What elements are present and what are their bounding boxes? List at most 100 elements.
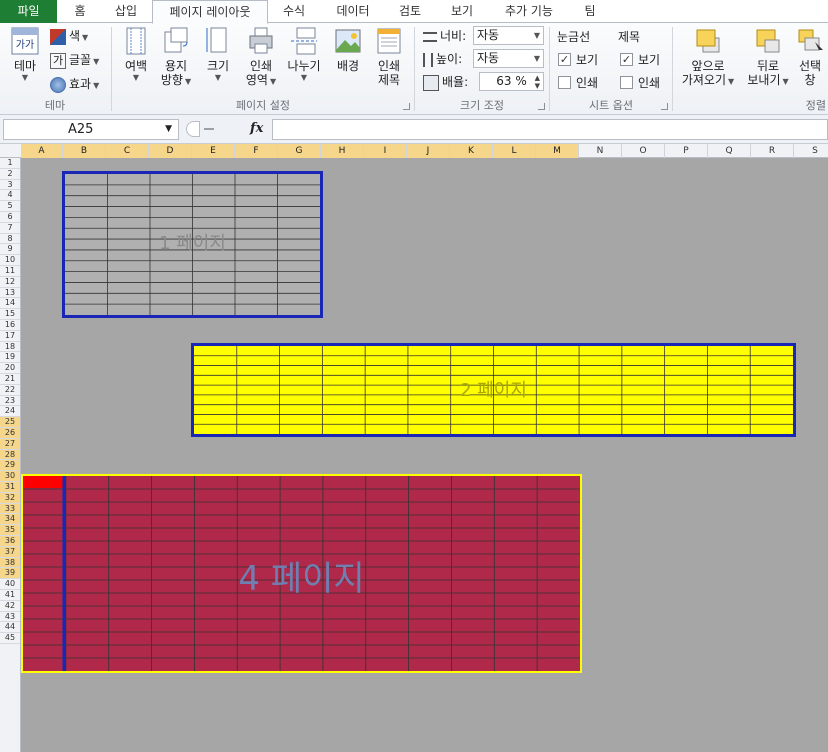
page-area-3[interactable]: 4 페이지 [21, 474, 582, 673]
spin-down-icon[interactable]: ▼ [535, 82, 540, 90]
row-header-45[interactable]: 45 [0, 633, 20, 644]
column-header-e[interactable]: E [192, 144, 235, 158]
column-header-n[interactable]: N [579, 144, 622, 158]
print-titles-button[interactable]: 인쇄 제목 [370, 26, 408, 87]
background-button[interactable]: 배경 [330, 26, 366, 73]
worksheet[interactable]: ABCDEFGHIJKLMNOPQRS 1 2 3 4 5 6 7 8 9 10 11 12 13 14 1… [0, 144, 828, 752]
column-header-h[interactable]: H [321, 144, 364, 158]
column-header-p[interactable]: P [665, 144, 708, 158]
tab-team[interactable]: 팀 [572, 0, 608, 23]
column-header-b[interactable]: B [63, 144, 106, 158]
headings-print-checkbox[interactable]: 인쇄 [620, 74, 660, 92]
row-header-41[interactable]: 41 [0, 590, 20, 601]
column-header-r[interactable]: R [751, 144, 794, 158]
row-header-19[interactable]: 19 [0, 352, 20, 364]
row-header-20[interactable]: 20 [0, 363, 20, 374]
page-area-2[interactable]: 2 페이지 [191, 343, 796, 437]
column-header-i[interactable]: I [364, 144, 407, 158]
row-header-25[interactable]: 25 [0, 417, 20, 428]
row-header-40[interactable]: 40 [0, 579, 20, 590]
formula-input[interactable] [272, 119, 828, 140]
row-header-13[interactable]: 13 [0, 288, 20, 299]
row-header-27[interactable]: 27 [0, 438, 20, 450]
row-header-37[interactable]: 37 [0, 546, 20, 558]
row-header-21[interactable]: 21 [0, 374, 20, 385]
row-header-32[interactable]: 32 [0, 492, 20, 504]
row-header-12[interactable]: 12 [0, 277, 20, 288]
page-setup-launcher-icon[interactable] [403, 103, 410, 110]
headings-view-checkbox[interactable]: ✓ 보기 [620, 51, 660, 69]
tab-add-ins[interactable]: 추가 기능 [490, 0, 568, 23]
themes-button[interactable]: 가가 테마 ▼ [6, 26, 44, 83]
column-header-j[interactable]: J [407, 144, 450, 158]
row-header-42[interactable]: 42 [0, 601, 20, 612]
row-header-5[interactable]: 5 [0, 201, 20, 212]
row-header-16[interactable]: 16 [0, 320, 20, 331]
column-header-m[interactable]: M [536, 144, 579, 158]
row-header-28[interactable]: 28 [0, 449, 20, 461]
row-header-30[interactable]: 30 [0, 471, 20, 482]
page-area-1[interactable]: 1 페이지 [62, 171, 323, 318]
column-header-s[interactable]: S [794, 144, 828, 158]
row-header-8[interactable]: 8 [0, 234, 20, 245]
column-header-q[interactable]: Q [708, 144, 751, 158]
theme-effects-button[interactable]: 효과 ▼ [50, 75, 99, 93]
row-header-39[interactable]: 39 [0, 568, 20, 580]
tab-view[interactable]: 보기 [438, 0, 486, 23]
theme-colors-button[interactable]: 색 ▼ [50, 27, 88, 45]
column-header-o[interactable]: O [622, 144, 665, 158]
row-header-38[interactable]: 38 [0, 557, 20, 569]
chevron-down-icon[interactable]: ▼ [165, 120, 172, 139]
row-header-18[interactable]: 18 [0, 342, 20, 353]
spin-up-icon[interactable]: ▲ [535, 74, 540, 82]
column-header-d[interactable]: D [149, 144, 192, 158]
width-select[interactable]: 자동 ▼ [473, 26, 544, 45]
column-header-a[interactable]: A [21, 144, 63, 158]
tab-review[interactable]: 검토 [386, 0, 434, 23]
row-header-10[interactable]: 10 [0, 255, 20, 266]
insert-function-icon[interactable]: fx [250, 121, 263, 136]
row-header-3[interactable]: 3 [0, 180, 20, 191]
gridlines-print-checkbox[interactable]: 인쇄 [558, 74, 598, 92]
tab-data[interactable]: 데이터 [322, 0, 384, 23]
tab-formulas[interactable]: 수식 [270, 0, 318, 23]
row-header-44[interactable]: 44 [0, 622, 20, 634]
row-header-15[interactable]: 15 [0, 309, 20, 320]
sheet-options-launcher-icon[interactable] [661, 103, 668, 110]
row-header-43[interactable]: 43 [0, 612, 20, 623]
row-header-9[interactable]: 9 [0, 244, 20, 256]
row-header-35[interactable]: 35 [0, 525, 20, 536]
tab-file[interactable]: 파일 [0, 0, 57, 23]
gridlines-view-checkbox[interactable]: ✓ 보기 [558, 51, 598, 69]
send-backward-button[interactable]: 뒤로 보내기 ▼ [743, 26, 793, 89]
column-header-l[interactable]: L [493, 144, 536, 158]
column-header-c[interactable]: C [106, 144, 149, 158]
row-header-29[interactable]: 29 [0, 460, 20, 472]
orientation-button[interactable]: 용지 방향 ▼ [158, 26, 194, 89]
size-button[interactable]: 크기 ▼ [200, 26, 236, 83]
height-select[interactable]: 자동 ▼ [473, 49, 544, 68]
selection-pane-button[interactable]: 선택 창 [795, 26, 825, 87]
row-header-7[interactable]: 7 [0, 223, 20, 234]
row-header-14[interactable]: 14 [0, 298, 20, 310]
tab-insert[interactable]: 삽입 [102, 0, 150, 23]
row-header-33[interactable]: 33 [0, 503, 20, 515]
row-header-11[interactable]: 11 [0, 266, 20, 277]
column-header-f[interactable]: F [235, 144, 278, 158]
bring-forward-button[interactable]: 앞으로 가져오기 ▼ [677, 26, 739, 89]
row-header-2[interactable]: 2 [0, 169, 20, 180]
column-header-g[interactable]: G [278, 144, 321, 158]
column-header-k[interactable]: K [450, 144, 493, 158]
row-header-23[interactable]: 23 [0, 396, 20, 407]
scale-launcher-icon[interactable] [538, 103, 545, 110]
theme-fonts-button[interactable]: 가 글꼴 ▼ [50, 51, 99, 69]
scale-spinner[interactable]: 63 % ▲ ▼ [479, 72, 544, 91]
row-header-22[interactable]: 22 [0, 385, 20, 396]
row-header-34[interactable]: 34 [0, 514, 20, 526]
row-header-26[interactable]: 26 [0, 428, 20, 439]
margins-button[interactable]: 여백 ▼ [118, 26, 154, 83]
breaks-button[interactable]: 나누기 ▼ [284, 26, 324, 83]
row-header-4[interactable]: 4 [0, 190, 20, 202]
row-header-24[interactable]: 24 [0, 406, 20, 418]
row-header-36[interactable]: 36 [0, 536, 20, 547]
